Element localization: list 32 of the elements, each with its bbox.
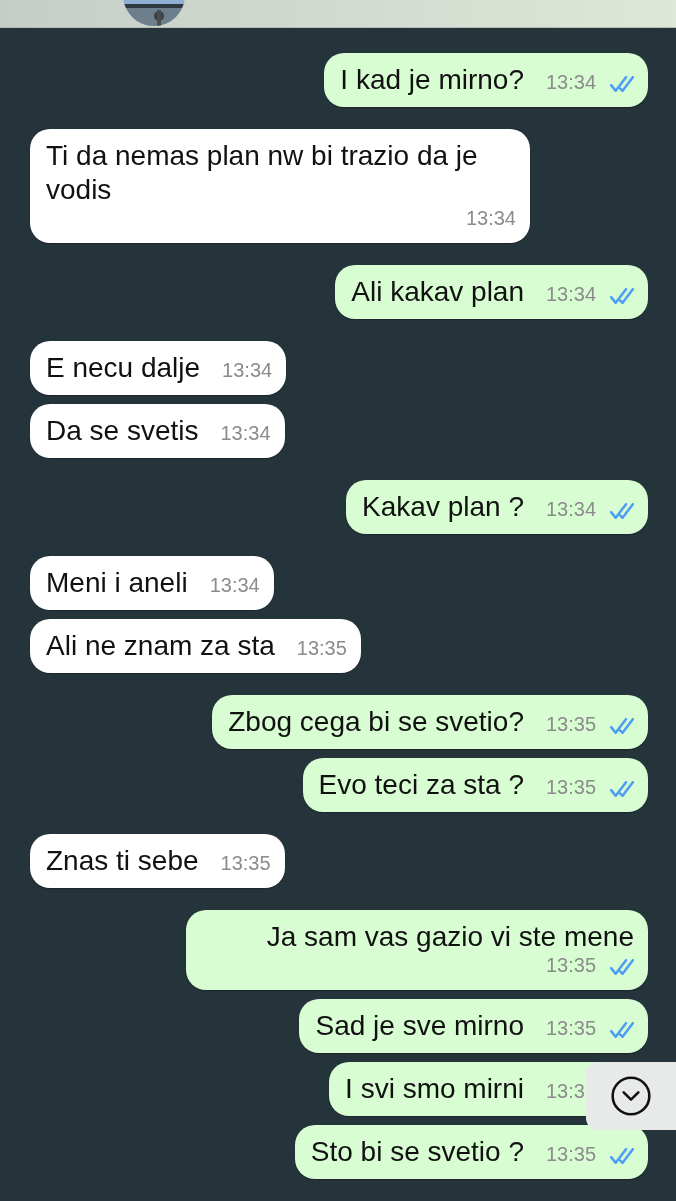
message-time: 13:34	[220, 422, 271, 444]
message-time: 13:34	[546, 283, 597, 305]
message-text: Ali ne znam za sta	[46, 629, 275, 663]
message-text: E necu dalje	[46, 351, 201, 385]
message-time: 13:35	[296, 637, 347, 659]
message-time: 13:35	[546, 1143, 597, 1165]
message-text: Evo teci za sta ?	[318, 768, 524, 802]
message-text: Sad je sve mirno	[315, 1009, 524, 1043]
message-text: Kakav plan ?	[362, 490, 524, 524]
message-time: 13:35	[220, 852, 271, 874]
message-text: Ti da nemas plan nw bi trazio da je vodis	[46, 139, 479, 207]
message-time: 13:3	[546, 1080, 585, 1102]
message-text: Ali kakav plan	[351, 275, 524, 309]
message-time: 13:34	[546, 498, 597, 520]
message-text: Ja sam vas gazio vi ste mene	[266, 920, 634, 954]
message-time: 13:34	[209, 574, 260, 596]
message-text: Zbog cega bi se svetio?	[228, 705, 524, 739]
message-text: Meni i aneli	[46, 566, 188, 600]
chevron-down-icon	[609, 1074, 653, 1118]
message-time: 13:35	[546, 713, 597, 735]
message-text: I svi smo mirni	[345, 1072, 524, 1106]
message-time: 13:34	[546, 71, 597, 93]
message-text: Znas ti sebe	[46, 844, 199, 878]
message-time: 13:35	[546, 1017, 597, 1039]
message-time: 13:34	[222, 359, 273, 381]
scroll-down-button[interactable]	[586, 1062, 676, 1130]
message-text: Da se svetis	[46, 414, 199, 448]
message-text: Sto bi se svetio ?	[310, 1135, 524, 1169]
message-time: 13:35	[546, 954, 597, 976]
message-time: 13:35	[546, 776, 597, 798]
message-text: I kad je mirno?	[340, 63, 524, 97]
message-time: 13:34	[465, 207, 516, 229]
